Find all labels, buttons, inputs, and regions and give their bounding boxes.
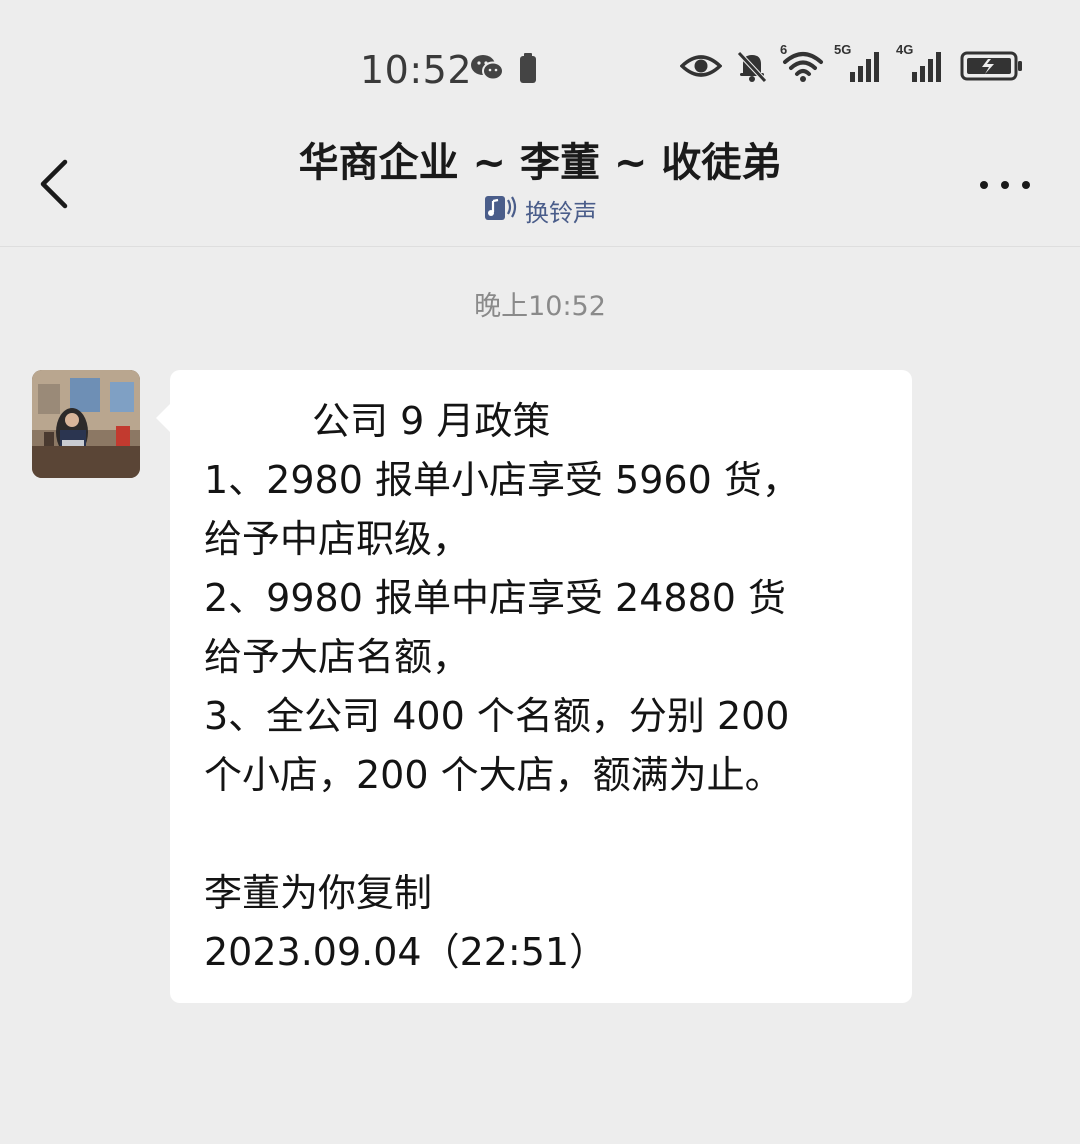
chat-header: 华商企业 ~ 李董 ~ 收徒弟 换铃声 [0,130,1080,247]
status-bar: 10:52 6 5G 4G [0,0,1080,130]
avatar[interactable] [32,370,140,478]
more-button[interactable] [980,170,1030,200]
status-left-icons [470,52,538,88]
message-timestamp: 晚上10:52 [474,291,606,322]
signal-4g-label: 4G [896,42,914,57]
wechat-icon [470,53,504,87]
message-line: 个小店，200 个大店，额满为止。 [204,753,783,797]
signal-5g-icon: 5G [834,42,886,88]
more-icon [980,181,988,189]
message-line: 3、全公司 400 个名额，分别 200 [204,694,790,738]
message-line: 给予中店职级， [204,517,471,561]
eye-icon [679,51,723,85]
message-line: 2、9980 报单中店享受 24880 货 [204,576,787,620]
ringtone-label: 换铃声 [525,198,597,227]
message-line: 给予大店名额， [204,635,471,679]
battery-icon [960,50,1024,86]
message-signature: 李董为你复制 [204,871,433,915]
message-date: 2023.09.04（22:51） [204,930,608,974]
status-time: 10:52 [360,48,473,92]
change-ringtone-link[interactable]: 换铃声 [0,192,1080,228]
wifi-tag: 6 [780,42,788,57]
signal-5g-label: 5G [834,42,852,57]
music-note-icon [483,192,517,228]
message-line: 1、2980 报单小店享受 5960 货， [204,458,800,502]
wifi-icon: 6 [780,42,824,88]
message-title: 公司 9 月政策 [312,399,551,443]
chat-title[interactable]: 华商企业 ~ 李董 ~ 收徒弟 [0,138,1080,188]
mute-bell-icon [734,48,770,88]
battery-saver-icon [518,52,538,88]
status-right-icons: 6 5G 4G [679,42,1024,88]
message-bubble[interactable]: 公司 9 月政策 1、2980 报单小店享受 5960 货， 给予中店职级， 2… [156,370,912,1003]
signal-4g-icon: 4G [896,42,948,88]
